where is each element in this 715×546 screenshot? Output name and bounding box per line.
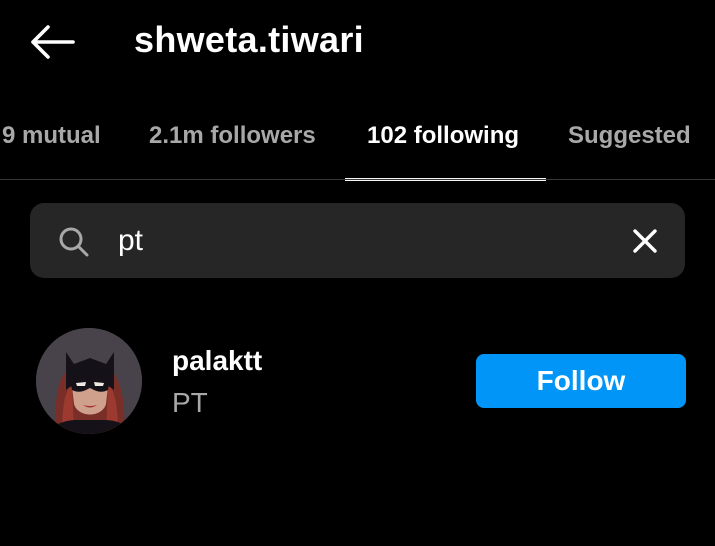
back-button[interactable] [26, 20, 78, 64]
tab-suggested[interactable]: Suggested [568, 106, 691, 170]
search-input[interactable] [118, 215, 618, 267]
tab-bar: 9 mutual 2.1m followers 102 following Su… [0, 106, 715, 181]
tab-followers[interactable]: 2.1m followers [149, 106, 316, 170]
arrow-left-icon [31, 25, 75, 59]
result-username[interactable]: palaktt [172, 344, 262, 378]
batgirl-avatar-icon [36, 328, 142, 434]
search-icon [59, 227, 89, 257]
tab-mutual[interactable]: 9 mutual [2, 106, 101, 170]
close-icon[interactable] [629, 225, 661, 257]
tab-following[interactable]: 102 following [367, 106, 519, 170]
result-full-name: PT [172, 387, 208, 418]
tabs-divider [0, 179, 715, 180]
list-item[interactable]: palaktt PT Follow [0, 320, 715, 440]
header: shweta.tiwari [0, 0, 715, 82]
follow-button[interactable]: Follow [476, 354, 686, 408]
avatar[interactable] [36, 328, 142, 434]
profile-username-title: shweta.tiwari [134, 19, 364, 60]
search-bar[interactable] [30, 203, 685, 278]
following-list-screen: shweta.tiwari 9 mutual 2.1m followers 10… [0, 0, 715, 546]
